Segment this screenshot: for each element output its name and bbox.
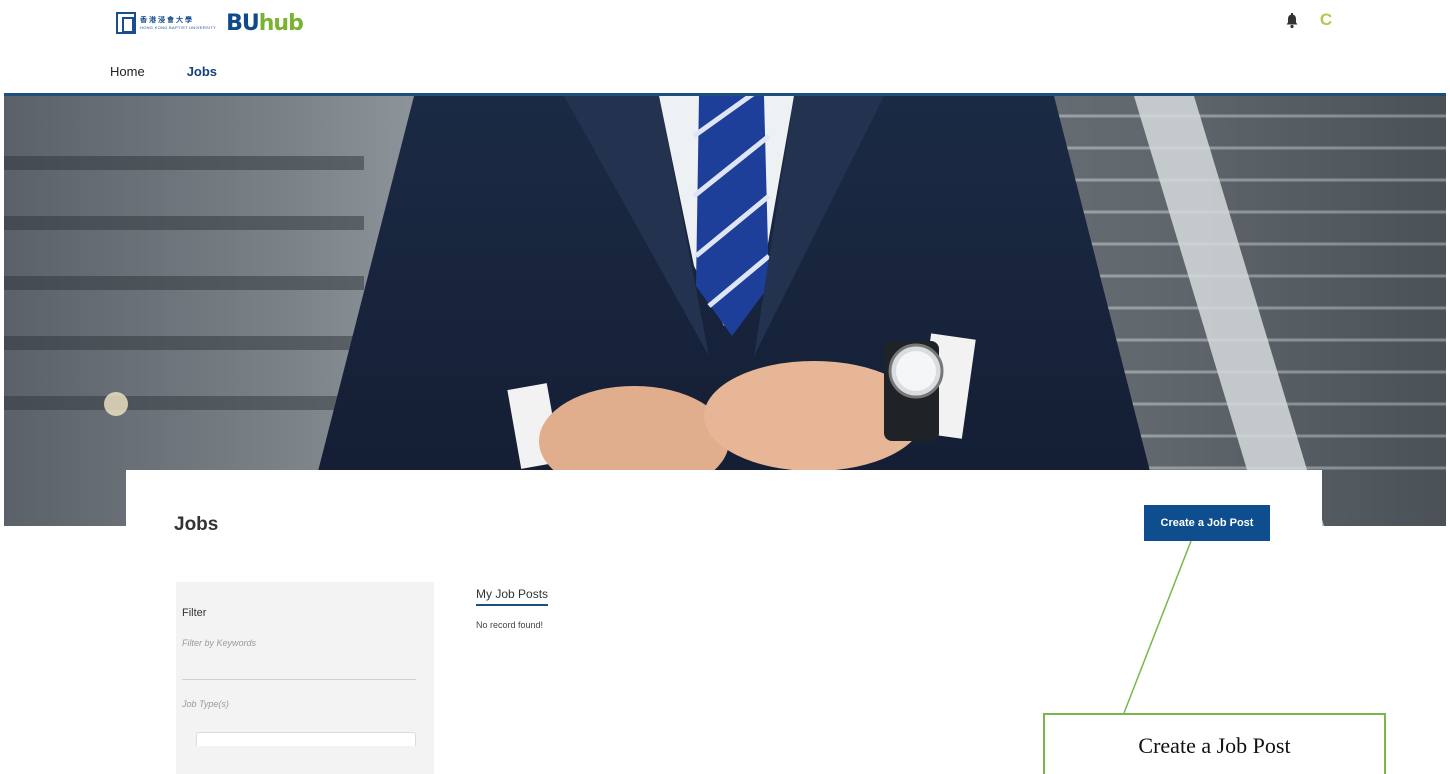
tab-my-job-posts[interactable]: My Job Posts	[476, 587, 549, 606]
site-header: 香港浸會大學 HONG KONG BAPTIST UNIVERSITY BUhu…	[0, 0, 1450, 96]
nav-item-home[interactable]: Home	[110, 64, 145, 79]
buhub-logo-hub: hub	[258, 10, 304, 36]
site-logo[interactable]: 香港浸會大學 HONG KONG BAPTIST UNIVERSITY BUhu…	[116, 10, 304, 36]
university-logo-text: 香港浸會大學 HONG KONG BAPTIST UNIVERSITY	[140, 17, 216, 30]
annotation-callout: Create a Job Post	[1043, 713, 1386, 774]
empty-state-message: No record found!	[476, 620, 544, 630]
university-name-en: HONG KONG BAPTIST UNIVERSITY	[140, 24, 217, 30]
university-crest-icon	[116, 12, 136, 34]
notification-bell-icon[interactable]	[1285, 13, 1299, 29]
keyword-filter-input[interactable]	[182, 634, 416, 680]
job-type-select[interactable]	[196, 732, 416, 746]
hero-banner-image	[4, 96, 1446, 526]
user-avatar[interactable]: C	[1318, 11, 1334, 29]
main-nav: Home Jobs	[110, 64, 259, 79]
page-title: Jobs	[174, 514, 219, 535]
nav-item-jobs[interactable]: Jobs	[187, 64, 217, 79]
filter-panel: Filter Job Type(s)	[176, 582, 434, 774]
university-name-cn: 香港浸會大學	[140, 16, 194, 24]
buhub-logo-bu: BU	[226, 10, 260, 36]
job-type-label: Job Type(s)	[182, 699, 229, 709]
create-job-post-button[interactable]: Create a Job Post	[1144, 505, 1270, 541]
annotation-callout-text: Create a Job Post	[1138, 733, 1291, 758]
buhub-logo: BUhub	[226, 10, 304, 36]
filter-title: Filter	[182, 607, 207, 619]
